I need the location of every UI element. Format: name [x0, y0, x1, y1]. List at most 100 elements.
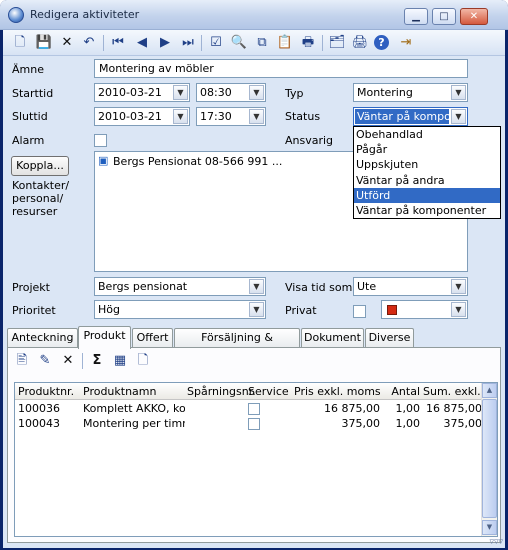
- typ-select[interactable]: Montering ▼: [353, 83, 468, 102]
- tab-forsaljning-fakturering[interactable]: Försäljning & fakturering: [174, 328, 300, 362]
- tab-strip: Anteckning Produkt Offert Försäljning & …: [7, 326, 501, 362]
- status-label: Status: [285, 110, 321, 123]
- chevron-down-icon[interactable]: ▼: [249, 109, 264, 124]
- status-option-uppskjuten[interactable]: Uppskjuten: [354, 157, 500, 172]
- tab-anteckning[interactable]: Anteckning: [7, 328, 78, 348]
- col-pris[interactable]: Pris exkl. moms: [294, 385, 380, 398]
- new-doc-icon[interactable]: 🗋: [11, 34, 29, 52]
- delete-icon[interactable]: ✕: [58, 34, 76, 52]
- properties-icon[interactable]: 🗂: [328, 34, 346, 52]
- typ-value: Montering: [357, 86, 413, 99]
- save-icon[interactable]: 💾: [35, 34, 53, 52]
- help-icon[interactable]: ?: [374, 35, 389, 50]
- zoom-icon[interactable]: 🔍: [230, 34, 248, 52]
- kontakter-label-line3: resurser: [12, 205, 58, 218]
- resize-grip-icon[interactable]: ▿▿▿: [489, 537, 503, 547]
- tab-produkt[interactable]: Produkt: [78, 326, 131, 349]
- end-date-picker[interactable]: 2010-03-21 ▼: [94, 107, 190, 126]
- previous-record-icon[interactable]: ◀: [133, 34, 151, 52]
- table-header: Produktnr. Produktnamn Spårningsnr. Serv…: [15, 383, 483, 400]
- chevron-down-icon[interactable]: ▼: [173, 85, 188, 100]
- printer-icon[interactable]: 🖨: [351, 34, 369, 52]
- window-title: Redigera aktiviteter: [30, 8, 140, 21]
- paste-icon[interactable]: 📋: [276, 34, 294, 52]
- service-checkbox[interactable]: [248, 403, 260, 415]
- inventory-icon[interactable]: ▦: [111, 352, 129, 370]
- chevron-down-icon[interactable]: ▼: [451, 85, 466, 100]
- col-produktnr[interactable]: Produktnr.: [18, 385, 80, 398]
- scroll-down-icon[interactable]: ▼: [482, 520, 497, 535]
- edit-icon[interactable]: ✎: [36, 352, 54, 370]
- vertical-scrollbar[interactable]: ▲ ▼: [481, 383, 497, 536]
- scroll-up-icon[interactable]: ▲: [482, 383, 497, 398]
- status-option-utford[interactable]: Utförd: [354, 187, 500, 203]
- status-select[interactable]: Väntar på kompone ▼: [353, 107, 468, 126]
- copy-icon[interactable]: ⧉: [253, 34, 271, 52]
- document-icon[interactable]: 🗋: [134, 352, 152, 370]
- table-row[interactable]: 100043 Montering per timme 375,00 1,00 3…: [15, 417, 483, 432]
- col-sparningsnr[interactable]: Spårningsnr.: [187, 385, 255, 398]
- scroll-thumb[interactable]: [482, 399, 497, 518]
- cell-summa: 16 875,00: [426, 402, 482, 415]
- alarm-checkbox[interactable]: [94, 134, 107, 147]
- chevron-down-icon[interactable]: ▼: [173, 109, 188, 124]
- chevron-down-icon[interactable]: ▼: [451, 109, 466, 124]
- cell-antal: 1,00: [395, 402, 421, 415]
- status-option-vantar-pa-komponenter[interactable]: Väntar på komponenter: [354, 203, 500, 218]
- contact-entry[interactable]: Bergs Pensionat 08-566 991 ...: [113, 155, 282, 168]
- sum-icon[interactable]: Σ: [88, 352, 106, 370]
- sluttid-label: Sluttid: [12, 110, 48, 123]
- color-select[interactable]: ▼: [381, 300, 468, 319]
- close-button[interactable]: ✕: [460, 8, 488, 25]
- undo-icon[interactable]: ↶: [80, 34, 98, 52]
- table-row[interactable]: 100036 Komplett AKKO, kon 16 875,00 1,00…: [15, 402, 483, 417]
- chevron-down-icon[interactable]: ▼: [451, 302, 466, 317]
- visa-tid-select[interactable]: Ute ▼: [353, 277, 468, 296]
- exit-icon[interactable]: ⇥: [397, 34, 415, 52]
- koppla-button[interactable]: Koppla...: [11, 156, 69, 176]
- alarm-label: Alarm: [12, 134, 45, 147]
- last-record-icon[interactable]: ⏭: [179, 34, 197, 52]
- chevron-down-icon[interactable]: ▼: [249, 85, 264, 100]
- typ-label: Typ: [285, 87, 304, 100]
- minimize-button[interactable]: ▁: [404, 8, 428, 25]
- start-time-picker[interactable]: 08:30 ▼: [196, 83, 266, 102]
- col-service[interactable]: Service: [248, 385, 290, 398]
- maximize-button[interactable]: □: [432, 8, 456, 25]
- add-product-icon[interactable]: 🖹: [13, 352, 31, 370]
- cell-produktnr: 100036: [18, 402, 60, 415]
- chevron-down-icon[interactable]: ▼: [249, 302, 264, 317]
- next-record-icon[interactable]: ▶: [156, 34, 174, 52]
- col-antal[interactable]: Antal: [380, 385, 420, 398]
- service-checkbox[interactable]: [248, 418, 260, 430]
- check-icon[interactable]: ☑: [207, 34, 225, 52]
- status-option-vantar-pa-andra[interactable]: Väntar på andra: [354, 173, 500, 188]
- end-time-picker[interactable]: 17:30 ▼: [196, 107, 266, 126]
- print-icon[interactable]: 🖶: [299, 34, 317, 52]
- status-option-obehandlad[interactable]: Obehandlad: [354, 127, 500, 142]
- privat-checkbox[interactable]: [353, 305, 366, 318]
- status-option-pagar[interactable]: Pågår: [354, 142, 500, 157]
- prioritet-select[interactable]: Hög ▼: [94, 300, 266, 319]
- chevron-down-icon[interactable]: ▼: [451, 279, 466, 294]
- delete-icon[interactable]: ✕: [59, 352, 77, 370]
- cell-pris: 16 875,00: [324, 402, 380, 415]
- amne-label: Ämne: [12, 63, 44, 76]
- col-summa[interactable]: Sum. exkl. rF: [423, 385, 483, 398]
- prioritet-label: Prioritet: [12, 304, 56, 317]
- ansvarig-label: Ansvarig: [285, 134, 334, 147]
- projekt-select[interactable]: Bergs pensionat ▼: [94, 277, 266, 296]
- end-date-value: 2010-03-21: [98, 110, 162, 123]
- cell-summa: 375,00: [443, 417, 483, 430]
- col-produktnamn[interactable]: Produktnamn: [83, 385, 185, 398]
- tab-dokument[interactable]: Dokument: [301, 328, 364, 348]
- tab-diverse[interactable]: Diverse: [365, 328, 414, 348]
- tab-offert[interactable]: Offert: [132, 328, 173, 348]
- start-date-picker[interactable]: 2010-03-21 ▼: [94, 83, 190, 102]
- start-date-value: 2010-03-21: [98, 86, 162, 99]
- dialog-body: 🗋 💾 ✕ ↶ ⏮ ◀ ▶ ⏭ ☑ 🔍 ⧉ 📋 🖶 🗂 🖨 ? ⇥ Ämne M…: [3, 30, 505, 548]
- title-bar[interactable]: Redigera aktiviteter ▁ □ ✕: [0, 0, 508, 30]
- amne-input[interactable]: Montering av möbler: [94, 59, 468, 78]
- chevron-down-icon[interactable]: ▼: [249, 279, 264, 294]
- first-record-icon[interactable]: ⏮: [109, 34, 127, 52]
